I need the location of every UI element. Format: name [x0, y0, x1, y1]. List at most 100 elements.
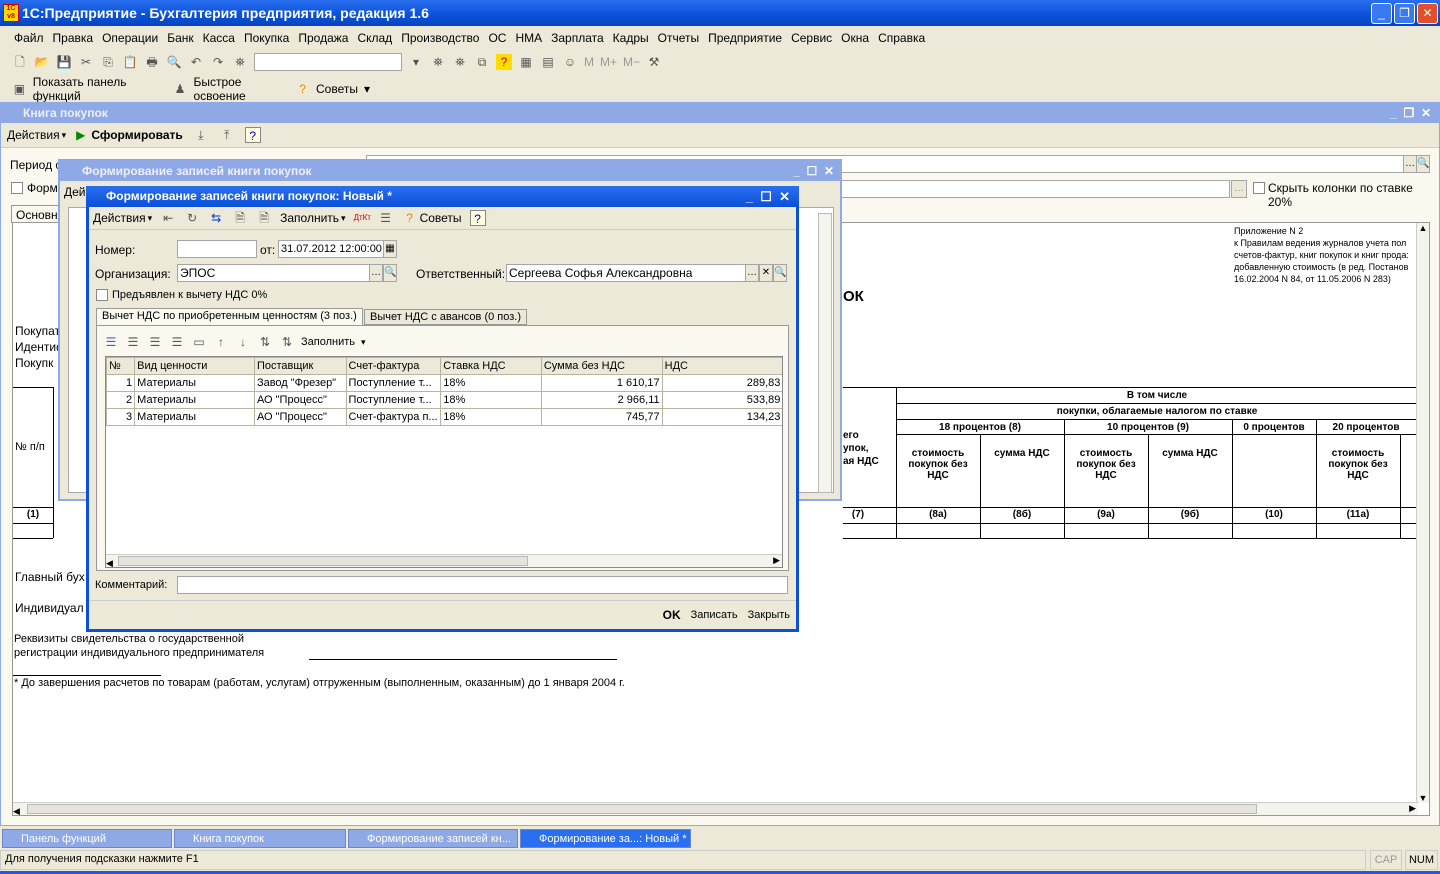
responsible-field[interactable]: Сергеева Софья Александровна: [506, 264, 746, 282]
menu-item[interactable]: Банк: [167, 28, 193, 48]
dt-kt-icon[interactable]: ДтКт: [354, 210, 371, 226]
hide-cols-checkbox[interactable]: [1253, 182, 1265, 194]
table-row[interactable]: 2 Материалы АО "Процесс" Поступление т... 18…: [106, 391, 782, 409]
report-icon[interactable]: ☰: [378, 210, 394, 226]
menu-item[interactable]: Производство: [401, 28, 479, 48]
grid-hscrollbar[interactable]: ◀ ▶: [106, 554, 782, 567]
copy-row-icon[interactable]: ☰: [125, 334, 141, 350]
middle-scrollbar[interactable]: [818, 213, 832, 493]
menu-item[interactable]: Кадры: [613, 28, 649, 48]
quick-learn-button[interactable]: Быстрое освоение: [193, 75, 289, 103]
cut-icon[interactable]: ✂: [78, 54, 94, 70]
chevron-down-icon[interactable]: ▾: [364, 82, 370, 96]
calendar-icon[interactable]: ▦: [383, 240, 397, 258]
find-icon[interactable]: ⛯: [232, 54, 248, 70]
window-controls[interactable]: _ ❐ ✕: [1390, 103, 1431, 123]
table-row[interactable]: 1 Материалы Завод "Фрезер" Поступление т...…: [106, 374, 782, 392]
memory-minus[interactable]: M−: [623, 55, 640, 69]
search-icon[interactable]: 🔍: [1416, 155, 1430, 173]
filter-field[interactable]: [840, 180, 1230, 198]
calendar-icon[interactable]: ▤: [540, 54, 556, 70]
fill-menu[interactable]: Заполнить: [280, 211, 339, 225]
ok-button[interactable]: OK: [663, 608, 681, 622]
restore-button[interactable]: ❐: [1394, 3, 1415, 24]
column-header[interactable]: №: [106, 357, 136, 375]
print-icon[interactable]: 🖶: [144, 54, 160, 70]
search-combo[interactable]: [254, 53, 402, 71]
tab-purchased-values[interactable]: Вычет НДС по приобретенным ценностям (3 …: [96, 308, 363, 325]
taskbar-function-panel[interactable]: Панель функций: [2, 829, 172, 848]
menu-item[interactable]: Файл: [14, 28, 44, 48]
preview-icon[interactable]: 🔍: [166, 54, 182, 70]
select-button[interactable]: …: [745, 264, 759, 282]
clear-icon[interactable]: ✕: [759, 264, 773, 282]
windows-icon[interactable]: ⧉: [474, 54, 490, 70]
search-icon[interactable]: 🔍: [383, 264, 397, 282]
minimize-button[interactable]: _: [1371, 3, 1392, 24]
save-icon[interactable]: 💾: [56, 54, 72, 70]
help-icon[interactable]: ?: [244, 127, 261, 143]
select-button[interactable]: …: [1403, 155, 1417, 173]
memory-m[interactable]: M: [584, 55, 594, 69]
move-up-icon[interactable]: ↑: [213, 334, 229, 350]
actions-menu[interactable]: Действия: [7, 128, 60, 142]
tools-icon[interactable]: ⚒: [646, 54, 662, 70]
menu-item[interactable]: Склад: [357, 28, 392, 48]
dialog-actions[interactable]: Действия: [93, 211, 146, 225]
help-icon[interactable]: ?: [469, 210, 486, 226]
menu-item[interactable]: НМА: [515, 28, 542, 48]
edit-row-icon[interactable]: ☰: [147, 334, 163, 350]
find-next-icon[interactable]: ⛯: [430, 54, 446, 70]
taskbar-middle[interactable]: Формирование записей кн...: [348, 829, 518, 848]
refresh-icon[interactable]: ↻: [184, 210, 200, 226]
copy-icon[interactable]: ⎘: [100, 54, 116, 70]
close-dialog-button[interactable]: Закрыть: [748, 609, 790, 621]
sort-desc-icon[interactable]: ⇅: [279, 334, 295, 350]
select-button[interactable]: …: [369, 264, 383, 282]
help-1c-icon[interactable]: ?: [496, 54, 512, 70]
open-icon[interactable]: 📂: [34, 54, 50, 70]
window-controls[interactable]: _ ☐ ✕: [793, 161, 834, 181]
show-panel-button[interactable]: Показать панель функций: [33, 75, 167, 103]
window-controls[interactable]: _ ☐ ✕: [746, 186, 790, 207]
column-header[interactable]: НДС: [661, 357, 782, 375]
taskbar-dialog[interactable]: Формирование за...: Новый *: [520, 829, 691, 848]
date-field[interactable]: 31.07.2012 12:00:00: [278, 240, 384, 258]
select-button[interactable]: …: [1231, 180, 1247, 198]
menu-item[interactable]: Сервис: [791, 28, 832, 48]
paste-icon[interactable]: 📋: [122, 54, 138, 70]
menu-item[interactable]: Зарплата: [551, 28, 604, 48]
post-icon[interactable]: ⇆: [208, 210, 224, 226]
menu-item[interactable]: Справка: [878, 28, 925, 48]
settings-save-icon[interactable]: ⤓: [193, 127, 209, 143]
redo-icon[interactable]: ↷: [210, 54, 226, 70]
undo-icon[interactable]: ↶: [188, 54, 204, 70]
move-down-icon[interactable]: ↓: [235, 334, 251, 350]
menu-item[interactable]: Окна: [841, 28, 869, 48]
table-row[interactable]: 3 Материалы АО "Процесс" Счет-фактура п... 1…: [106, 408, 782, 426]
menu-item[interactable]: Правка: [53, 28, 94, 48]
comment-field[interactable]: [177, 576, 788, 594]
sort-asc-icon[interactable]: ⇅: [257, 334, 273, 350]
taskbar-book[interactable]: Книга покупок: [174, 829, 346, 848]
menu-item[interactable]: Отчеты: [658, 28, 699, 48]
grid-fill-menu[interactable]: Заполнить: [301, 336, 355, 348]
form-checkbox[interactable]: [11, 182, 23, 194]
save-button[interactable]: Записать: [691, 609, 738, 621]
unpost-icon[interactable]: 🗎: [256, 210, 272, 226]
memory-plus[interactable]: M+: [600, 55, 617, 69]
tips-button[interactable]: Советы: [316, 82, 358, 96]
chevron-down-icon[interactable]: ▾: [408, 54, 424, 70]
settings-restore-icon[interactable]: ⤒: [219, 127, 235, 143]
column-header[interactable]: Вид ценности: [134, 357, 255, 375]
delete-row-icon[interactable]: ☰: [169, 334, 185, 350]
end-edit-icon[interactable]: ▭: [191, 334, 207, 350]
structure-icon[interactable]: 🗎: [232, 210, 248, 226]
org-field[interactable]: ЭПОС: [177, 264, 370, 282]
close-button[interactable]: ✕: [1417, 3, 1438, 24]
menu-item[interactable]: ОС: [488, 28, 506, 48]
items-grid[interactable]: № Вид ценности Поставщик Счет-фактура Ставка…: [105, 356, 783, 568]
generate-button[interactable]: Сформировать: [91, 128, 182, 142]
column-header[interactable]: Сумма без НДС: [540, 357, 663, 375]
prev-icon[interactable]: ⇤: [160, 210, 176, 226]
